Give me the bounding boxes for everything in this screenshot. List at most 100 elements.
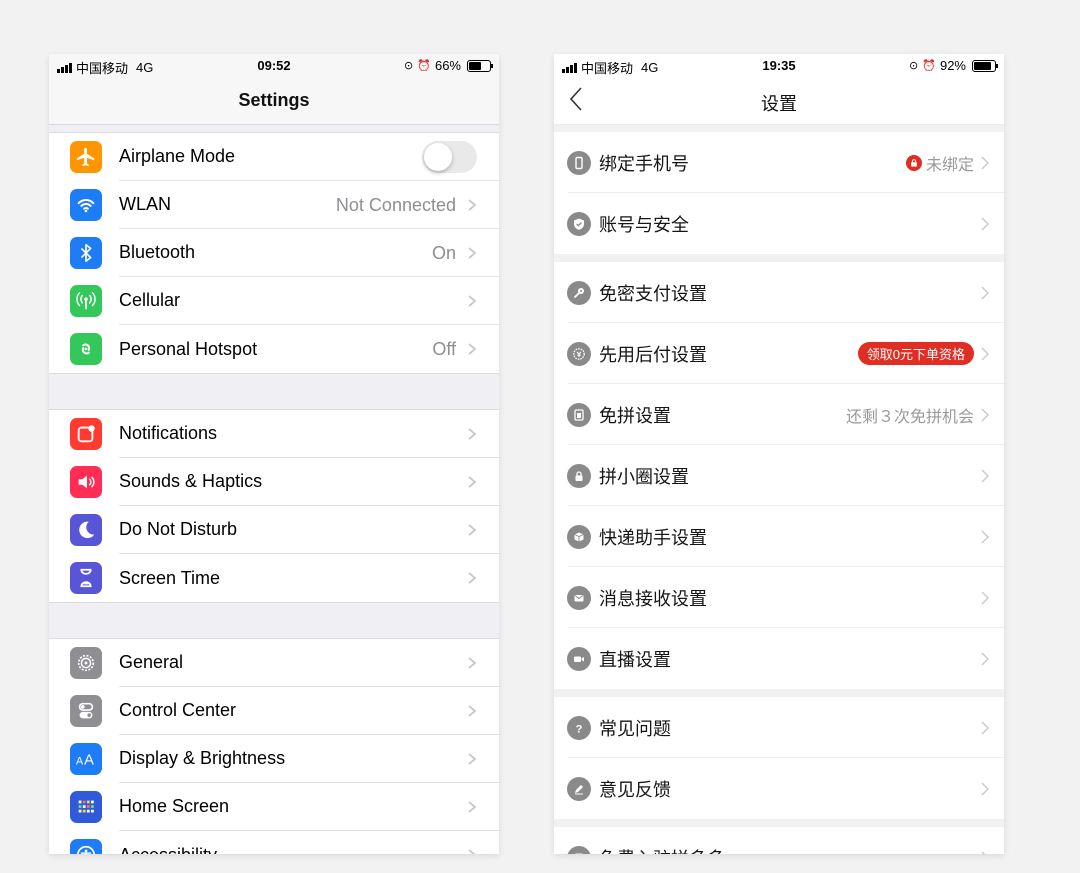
chevron-right-icon — [468, 657, 477, 669]
chevron-right-icon — [981, 530, 989, 544]
chevron-right-icon — [468, 705, 477, 717]
chevron-right-icon — [981, 591, 989, 605]
bluetooth-icon — [70, 237, 102, 269]
row-label: 免密支付设置 — [599, 283, 707, 304]
lock-icon — [567, 464, 591, 488]
row-label: 常见问题 — [599, 718, 671, 739]
settings-row-feedback[interactable]: 意见反馈 — [554, 758, 1004, 819]
chevron-right-icon — [468, 801, 477, 813]
settings-row-bluetooth[interactable]: Bluetooth On — [49, 229, 499, 277]
settings-row-accessibility[interactable]: Accessibility — [49, 831, 499, 854]
chevron-right-icon — [468, 753, 477, 765]
settings-row-live-stream[interactable]: 直播设置 — [554, 628, 1004, 689]
chevron-right-icon — [981, 721, 989, 735]
svg-text:A: A — [84, 753, 94, 769]
settings-row-sounds[interactable]: Sounds & Haptics — [49, 458, 499, 506]
chevron-right-icon — [468, 428, 477, 440]
row-value: On — [431, 242, 456, 263]
chevron-right-icon — [468, 524, 477, 536]
moon-icon — [70, 514, 102, 546]
row-label: Notifications — [119, 410, 499, 458]
chevron-right-icon — [981, 286, 989, 300]
shield-icon — [567, 212, 591, 236]
settings-row-home-screen[interactable]: Home Screen — [49, 783, 499, 831]
promo-badge[interactable]: 领取0元下单资格 — [857, 342, 974, 365]
app-settings-screen: 中国移动 4G 19:35 ⊙ ⏰ 92% 设置 绑定手机号 未绑定 账号与安全… — [554, 54, 1004, 854]
settings-row-personal-hotspot[interactable]: Personal Hotspot Off — [49, 325, 499, 373]
text-size-icon: AA — [70, 743, 102, 775]
row-label: Control Center — [119, 687, 499, 735]
settings-row-general[interactable]: General — [49, 639, 499, 687]
row-label: Screen Time — [119, 567, 221, 588]
row-label: 账号与安全 — [599, 214, 689, 235]
card-icon — [567, 403, 591, 427]
svg-text:A: A — [76, 756, 84, 768]
row-label: Display & Brightness — [119, 735, 499, 783]
chevron-right-icon — [981, 469, 989, 483]
settings-row-screen-time[interactable]: Screen Time — [49, 554, 499, 602]
settings-row-merchant-join[interactable]: 免费入驻拼多多 — [554, 827, 1004, 854]
airplane-icon — [70, 141, 102, 173]
settings-row-message-receive[interactable]: 消息接收设置 — [554, 567, 1004, 628]
chevron-right-icon — [981, 782, 989, 796]
row-label: 快递助手设置 — [599, 527, 707, 548]
app-navbar: 中国移动 4G 19:35 ⊙ ⏰ 92% 设置 — [554, 54, 1004, 125]
row-label: 拼小圈设置 — [599, 466, 689, 487]
video-icon — [567, 647, 591, 671]
chevron-right-icon — [981, 851, 985, 854]
settings-row-circle[interactable]: 拼小圈设置 — [554, 445, 1004, 506]
unbound-status: 未绑定 — [905, 132, 974, 193]
page-title: Settings — [238, 90, 310, 110]
ios-settings-screen: 中国移动 4G 09:52 ⊙ ⏰ 66% Settings Airplane … — [49, 54, 499, 854]
settings-group-features: 免密支付设置 先用后付设置 领取0元下单资格 免拼设置 还剩３次免拼机会 拼小圈… — [554, 262, 1004, 689]
row-label: General — [119, 639, 499, 687]
airplane-mode-toggle[interactable] — [422, 141, 477, 173]
accessibility-icon — [70, 839, 102, 854]
red-lock-icon — [905, 154, 922, 171]
row-label: 意见反馈 — [599, 779, 671, 800]
settings-row-control-center[interactable]: Control Center — [49, 687, 499, 735]
toggles-icon — [70, 695, 102, 727]
settings-group-notifications: Notifications Sounds & Haptics Do Not Di… — [49, 409, 499, 603]
settings-row-do-not-disturb[interactable]: Do Not Disturb — [49, 506, 499, 554]
grid-icon — [70, 791, 102, 823]
settings-row-display-brightness[interactable]: AA Display & Brightness — [49, 735, 499, 783]
pen-icon — [567, 777, 591, 801]
hourglass-icon — [70, 562, 102, 594]
settings-row-notifications[interactable]: Notifications — [49, 410, 499, 458]
settings-row-free-group[interactable]: 免拼设置 还剩３次免拼机会 — [554, 384, 1004, 445]
battery-icon — [467, 59, 493, 72]
settings-row-account-security[interactable]: 账号与安全 — [554, 193, 1004, 254]
settings-row-wlan[interactable]: WLAN Not Connected — [49, 181, 499, 229]
ios-navbar: 中国移动 4G 09:52 ⊙ ⏰ 66% Settings — [49, 54, 499, 125]
row-value: Not Connected — [335, 194, 456, 215]
settings-row-faq[interactable]: ? 常见问题 — [554, 697, 1004, 758]
key-icon — [567, 281, 591, 305]
settings-group-account: 绑定手机号 未绑定 账号与安全 — [554, 132, 1004, 254]
settings-group-help: ? 常见问题 意见反馈 — [554, 697, 1004, 819]
settings-row-cellular[interactable]: Cellular — [49, 277, 499, 325]
row-label: Home Screen — [119, 783, 499, 831]
chevron-right-icon — [981, 652, 989, 666]
unbound-label: 未绑定 — [925, 156, 974, 174]
phone-icon — [567, 151, 591, 175]
settings-row-password-free-pay[interactable]: 免密支付设置 — [554, 262, 1004, 323]
chevron-right-icon — [468, 247, 477, 259]
settings-row-bind-phone[interactable]: 绑定手机号 未绑定 — [554, 132, 1004, 193]
page-title: 设置 — [761, 94, 797, 114]
svg-text:?: ? — [576, 724, 583, 736]
chevron-right-icon — [468, 572, 477, 584]
settings-row-airplane-mode[interactable]: Airplane Mode — [49, 133, 499, 181]
alarm-icon: ⏰ — [922, 60, 936, 72]
chevron-right-icon — [468, 343, 477, 355]
chevron-right-icon — [468, 199, 477, 211]
battery-percent: 66% — [434, 58, 461, 73]
question-icon: ? — [567, 716, 591, 740]
row-label: 免费入驻拼多多 — [599, 827, 1004, 855]
settings-row-pay-later[interactable]: 先用后付设置 领取0元下单资格 — [554, 323, 1004, 384]
coupon-icon — [567, 342, 591, 366]
row-label: Accessibility — [119, 831, 499, 855]
settings-row-delivery-assistant[interactable]: 快递助手设置 — [554, 506, 1004, 567]
speaker-icon — [70, 466, 102, 498]
gear-icon — [70, 647, 102, 679]
